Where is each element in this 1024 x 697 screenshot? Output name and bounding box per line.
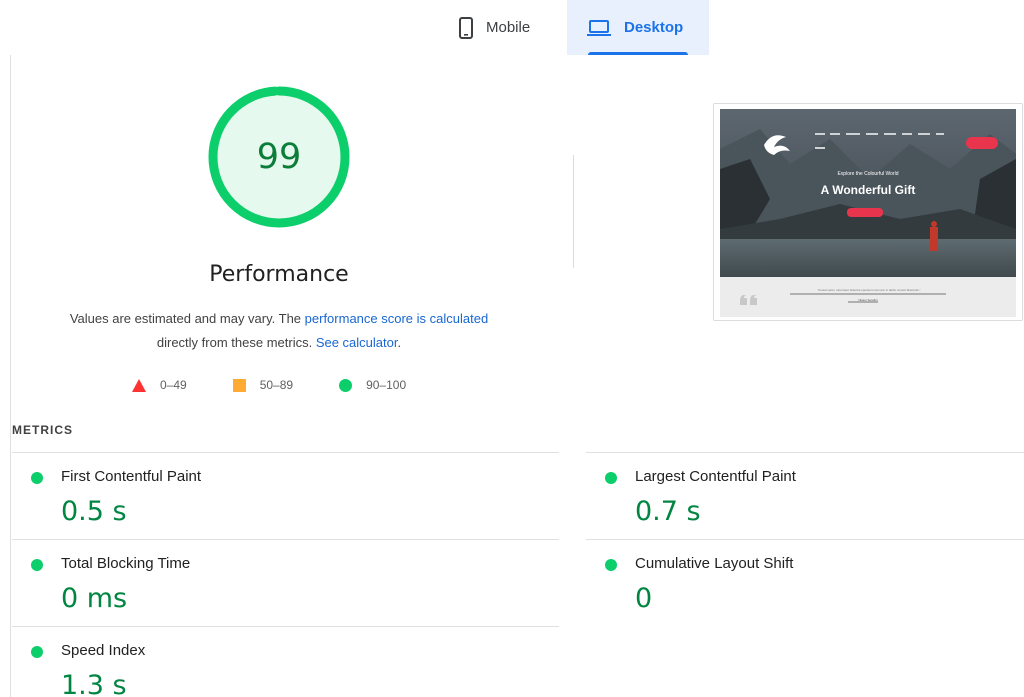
metric-divider (12, 539, 559, 540)
description-suffix: . (397, 335, 402, 350)
description-text: Values are estimated and may vary. The (69, 311, 305, 326)
description-text-2: directly from these metrics. (156, 335, 316, 350)
square-icon (232, 378, 246, 392)
metric-divider (12, 452, 559, 453)
tab-desktop[interactable]: Desktop (567, 0, 709, 55)
metric-value: 0.5 s (61, 496, 127, 527)
metric-label: Cumulative Layout Shift (635, 555, 794, 572)
metric-value: 0 (635, 583, 653, 614)
smartphone-icon (459, 16, 473, 39)
performance-description: Values are estimated and may vary. The p… (40, 307, 518, 355)
metric-value: 1.3 s (61, 670, 127, 697)
metric-label: Speed Index (61, 642, 146, 659)
tab-mobile-label: Mobile (486, 19, 531, 36)
see-calculator-link[interactable]: See calculator (316, 335, 398, 350)
pass-dot-icon (31, 559, 43, 571)
legend-fail: 0–49 (132, 378, 187, 392)
content-border (10, 55, 11, 697)
metric-label: Total Blocking Time (61, 555, 191, 572)
final-screenshot[interactable]: Explore the Colourful World A Wonderful … (713, 103, 1023, 321)
metric-divider (586, 452, 1024, 453)
legend-fail-range: 0–49 (160, 378, 187, 392)
metric-label: Largest Contentful Paint (635, 468, 796, 485)
score-calculated-link[interactable]: performance score is calculated (305, 311, 489, 326)
screenshot-headline: A Wonderful Gift (820, 183, 916, 197)
metric-value: 0 ms (61, 583, 128, 614)
pass-dot-icon (605, 559, 617, 571)
screenshot-quote-author: Nisani Serafini (858, 298, 878, 302)
laptop-icon (587, 19, 611, 37)
legend-pass-range: 90–100 (366, 378, 407, 392)
metrics-heading: METRICS (12, 423, 73, 437)
pass-dot-icon (31, 472, 43, 484)
performance-score: 99 (256, 137, 302, 177)
performance-gauge: 99 (206, 84, 352, 230)
pass-dot-icon (605, 472, 617, 484)
score-legend: 0–49 50–89 90–100 (132, 378, 452, 392)
metric-value: 0.7 s (635, 496, 701, 527)
screenshot-subtitle: Explore the Colourful World (837, 171, 899, 177)
performance-title: Performance (209, 262, 349, 287)
vertical-divider (573, 155, 574, 268)
screenshot-quote: “Kuisal vacio, carerraeri federica spect… (817, 288, 921, 292)
legend-pass: 90–100 (339, 378, 406, 392)
tab-desktop-label: Desktop (624, 19, 684, 36)
metric-divider (586, 539, 1024, 540)
circle-icon (339, 378, 353, 392)
triangle-icon (132, 378, 146, 392)
device-tabs: Mobile Desktop (446, 0, 709, 55)
pass-dot-icon (31, 646, 43, 658)
tab-mobile[interactable]: Mobile (446, 0, 567, 55)
legend-average: 50–89 (232, 378, 294, 392)
metric-divider (12, 626, 559, 627)
metric-label: First Contentful Paint (61, 468, 202, 485)
legend-average-range: 50–89 (259, 378, 294, 392)
